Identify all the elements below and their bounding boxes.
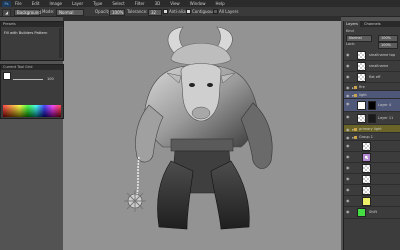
presets-scrollbar[interactable] [59,28,62,58]
layer-list: ◉ smallname top ◉ smallname ◉ flat eff ◉ ▸ fi… [344,50,400,250]
visibility-eye-icon[interactable]: ◉ [346,136,350,140]
all-layers-checkbox[interactable]: All Layers [213,9,238,15]
layer-thumbnail [357,101,366,110]
visibility-eye-icon[interactable]: ◉ [346,166,350,170]
layer-row[interactable]: ◉ [344,163,400,174]
layer-group-row[interactable]: ◉ ▾ light [344,91,400,99]
layer-thumbnail [362,153,371,162]
layer-thumbnail [362,186,371,195]
visibility-eye-icon[interactable]: ◉ [346,94,350,98]
layer-row[interactable]: ◉ [344,152,400,163]
contiguous-label: Contiguous [192,8,215,14]
layer-group-row[interactable]: ◉ ▸ fire [344,83,400,91]
blend-mode-select[interactable]: Normal [346,35,372,42]
mode-label: Mode: [42,8,55,14]
visibility-eye-icon[interactable]: ◉ [346,75,350,79]
layer-row[interactable]: ◉ [344,174,400,185]
menu-edit[interactable]: Edit [32,1,40,6]
presets-panel-title: Presets [1,22,63,27]
lock-label: Lock: [346,42,356,46]
photoshop-logo: Ps [2,0,11,7]
menu-type[interactable]: Type [93,1,102,6]
paint-bucket-tool-icon[interactable]: ◢ [2,8,11,17]
layer-group-row[interactable]: ◉ ▾ Group 1 [344,133,400,141]
visibility-eye-icon[interactable]: ◉ [346,199,350,203]
layer-thumbnail [357,208,366,217]
all-layers-label: All Layers [219,8,239,14]
visibility-eye-icon[interactable]: ◉ [346,64,350,68]
mode-select[interactable]: Normal [56,8,84,16]
layer-row-selected[interactable]: ◉ Layer 4 [344,99,400,112]
presets-panel: Presets Fill with Builders Pattern [0,21,64,61]
visibility-eye-icon[interactable]: ◉ [346,86,350,90]
preset-item[interactable]: Fill with Builders Pattern [4,31,47,35]
layer-thumbnail [357,51,366,60]
layers-panel-tabs: Layers Channels [344,21,400,27]
layer-group-row[interactable]: ◉ ▾ primary light [344,125,400,133]
visibility-eye-icon[interactable]: ◉ [346,177,350,181]
folder-icon [354,86,357,89]
antialias-label: Anti-alias [169,8,188,14]
document-canvas[interactable] [63,21,341,250]
antialias-checkbox[interactable]: Anti-alias [163,9,188,15]
visibility-eye-icon[interactable]: ◉ [346,102,350,106]
tab-layers[interactable]: Layers [344,21,360,27]
menu-select[interactable]: Select [112,1,124,6]
layer-row[interactable]: ◉ Layer 11 [344,112,400,125]
layer-row[interactable]: ◉ smallname [344,61,400,72]
layer-opacity-input[interactable]: 100% [378,35,398,42]
folder-icon [354,136,357,139]
layer-thumbnail [362,197,371,206]
fill-source-select[interactable]: Background [14,8,41,16]
layers-panel: Layers Channels Kind Normal 100% Lock: 1… [343,21,400,250]
menu-file[interactable]: File [15,1,22,6]
layer-filter-kind[interactable]: Kind [346,29,354,33]
layer-row[interactable]: ◉ Shift [344,207,400,219]
color-panel-title: Current Tool Grid [1,65,63,70]
menu-view[interactable]: View [170,1,180,6]
layer-thumbnail [357,62,366,71]
visibility-eye-icon[interactable]: ◉ [346,210,350,214]
menu-image[interactable]: Image [49,1,62,6]
visibility-eye-icon[interactable]: ◉ [346,144,350,148]
visibility-eye-icon[interactable]: ◉ [346,128,350,132]
tab-channels[interactable]: Channels [362,21,383,27]
tolerance-input[interactable]: 32 [148,8,162,16]
contiguous-checkbox[interactable]: Contiguous [186,9,215,15]
value-slider[interactable] [13,79,43,80]
layer-mask-thumbnail [368,101,376,110]
visibility-eye-icon[interactable]: ◉ [346,188,350,192]
value-readout: 100 [47,77,54,81]
layer-thumbnail [362,175,371,184]
layer-thumbnail [362,164,371,173]
color-spectrum[interactable] [3,105,61,117]
folder-icon [354,128,357,131]
menu-filter[interactable]: Filter [135,1,145,6]
tolerance-label: Tolerance: [127,8,148,14]
menu-bar: Ps File Edit Image Layer Type Select Fil… [0,0,400,7]
visibility-eye-icon[interactable]: ◉ [346,53,350,57]
layer-thumbnail [357,73,366,82]
visibility-eye-icon[interactable]: ◉ [346,155,350,159]
layer-thumbnail [362,142,371,151]
menu-layer[interactable]: Layer [72,1,83,6]
minotaur-illustration [124,26,273,230]
opacity-input[interactable]: 100% [109,8,125,16]
foreground-swatch[interactable] [3,72,11,80]
layer-row[interactable]: ◉ smallname top [344,50,400,61]
visibility-eye-icon[interactable]: ◉ [346,115,350,119]
layer-row[interactable]: ◉ flat eff [344,72,400,83]
color-panel: Current Tool Grid 100 [0,64,64,119]
menu-help[interactable]: Help [215,1,224,6]
layer-thumbnail [357,114,366,123]
fill-input[interactable]: 100% [378,42,398,49]
menu-window[interactable]: Window [190,1,206,6]
layer-mask-thumbnail [368,114,376,123]
layer-row[interactable]: ◉ [344,196,400,207]
folder-icon [354,94,357,97]
layer-row[interactable]: ◉ [344,141,400,152]
menu-3d[interactable]: 3D [155,1,161,6]
layer-row[interactable]: ◉ [344,185,400,196]
